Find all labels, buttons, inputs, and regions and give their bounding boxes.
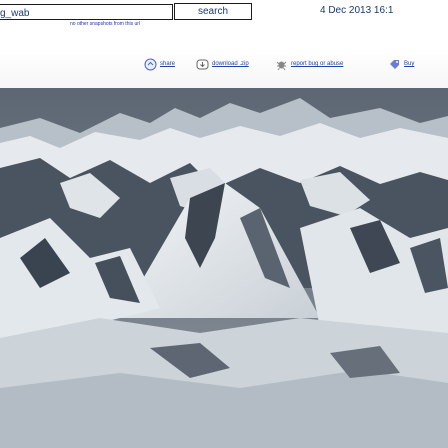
snapshot-date: 4 Dec 2013 16:1 (320, 5, 394, 16)
url-field[interactable]: g_wab (0, 4, 173, 20)
download-button[interactable]: download .zip (196, 57, 249, 71)
mountain-photo (0, 88, 448, 448)
share-label: share (160, 61, 176, 67)
report-button[interactable]: report bug or abuse (275, 57, 343, 71)
report-label: report bug or abuse (291, 61, 344, 67)
no-other-snapshots-link[interactable]: no other snapshots from this url (70, 21, 140, 27)
url-text: g_wab (0, 8, 30, 19)
buy-label: Buy (404, 61, 415, 67)
buy-button[interactable]: Buy (388, 57, 414, 71)
share-icon (144, 58, 157, 70)
share-button[interactable]: share (144, 57, 175, 71)
search-button[interactable]: search (174, 3, 252, 20)
buy-icon (390, 59, 399, 69)
download-icon (196, 59, 209, 69)
download-label: download .zip (212, 61, 249, 67)
report-icon (276, 61, 287, 70)
snapshot-image (0, 88, 448, 448)
